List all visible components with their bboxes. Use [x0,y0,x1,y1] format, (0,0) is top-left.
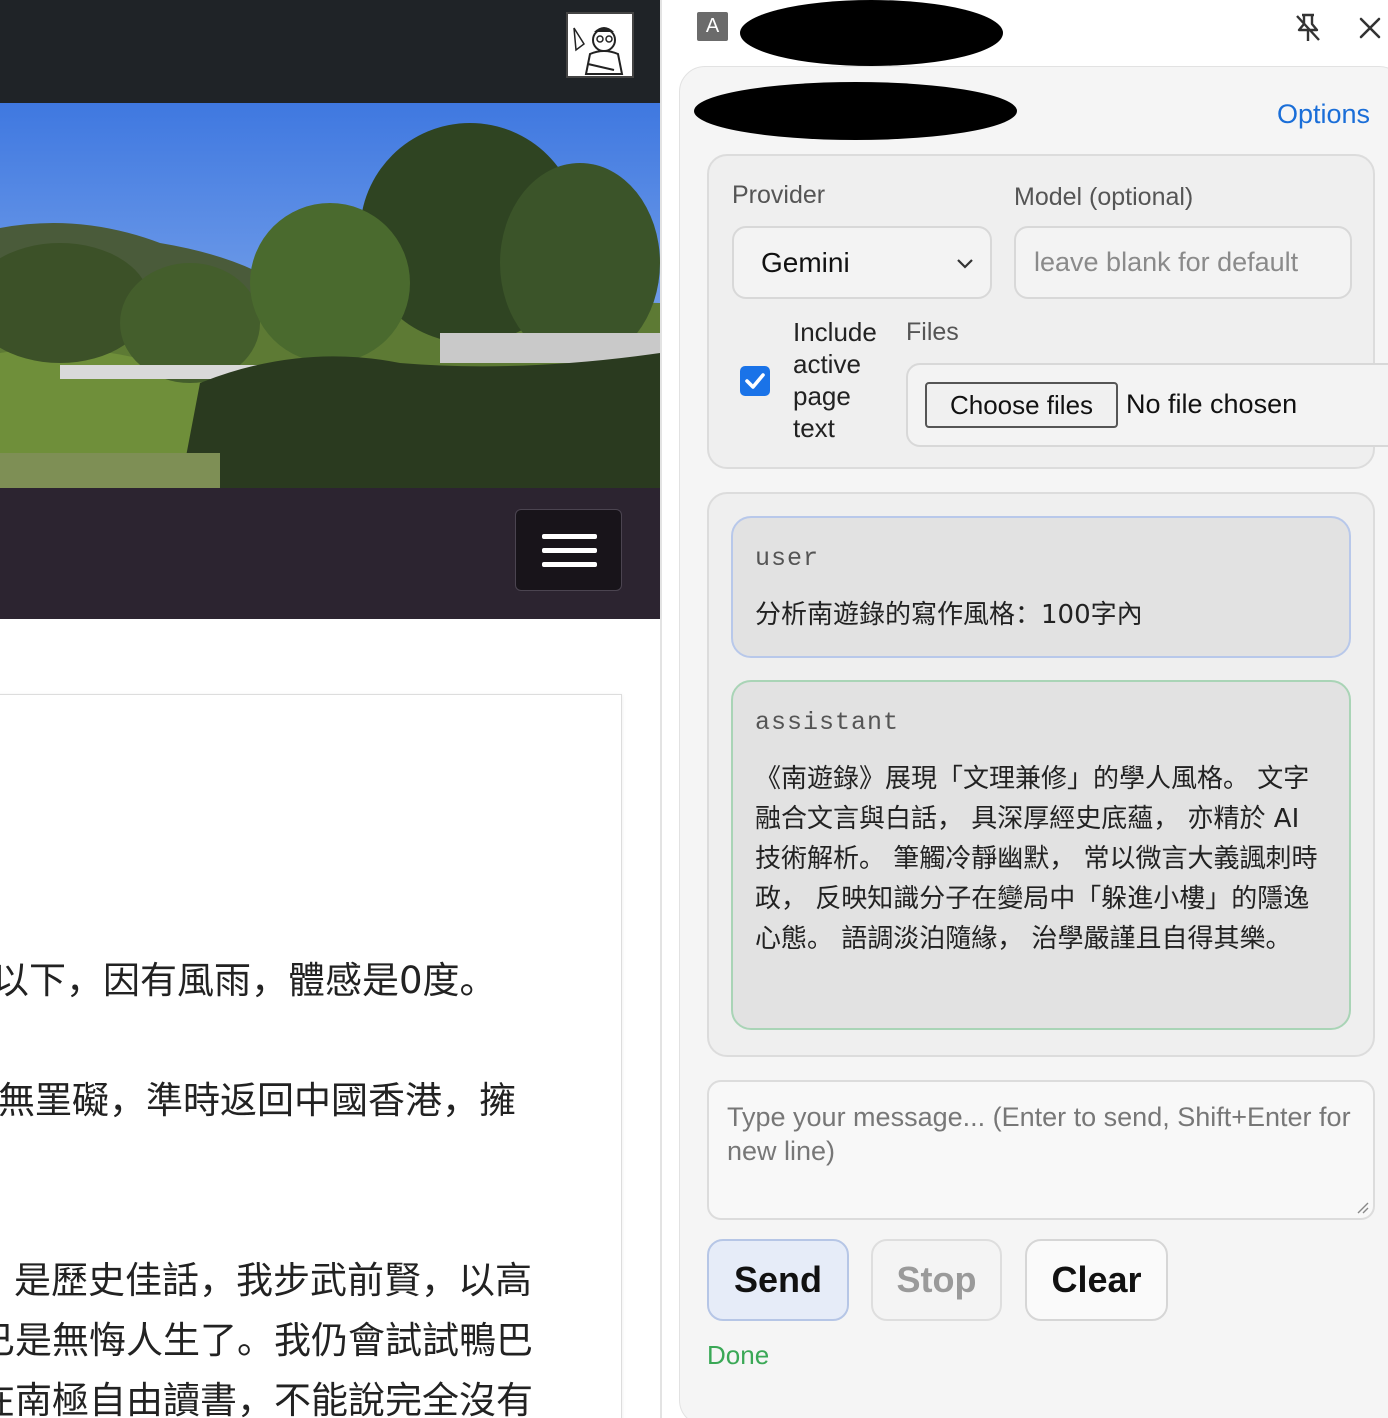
redacted-panel-title [740,0,1003,66]
model-label: Model (optional) [1014,183,1194,211]
no-file-chosen-text: No file chosen [1126,389,1298,419]
assistant-message: assistant 《南遊錄》展現「文理兼修」的學人風格。 文字融合文言與白話，… [731,680,1351,1030]
article-text-line: 無罣礙，準時返回中國香港，擁 [0,1079,516,1122]
include-page-text-checkbox[interactable] [740,366,770,396]
include-page-text-label: Include active page text [793,317,877,443]
send-button[interactable]: Send [707,1239,849,1321]
chat-history[interactable]: user 分析南遊錄的寫作風格：100字內 assistant 《南遊錄》展現「… [707,492,1375,1057]
status-text: Done [707,1340,770,1370]
article-text-line: 是歷史佳話，我步武前賢，以高 [14,1259,532,1302]
menu-icon-bar [542,548,597,553]
site-header [0,0,660,103]
model-input[interactable]: leave blank for default [1014,226,1352,299]
side-panel: A Options Provider Model (optional) Gemi… [662,0,1388,1418]
article-text-line: 在南極自由讀書，不能說完全沒有 [0,1379,533,1418]
provider-selected-value: Gemini [761,247,850,278]
clear-button[interactable]: Clear [1025,1239,1168,1321]
checkmark-icon [745,373,765,389]
site-logo-avatar[interactable] [566,12,634,78]
article-text-line: 已是無悔人生了。我仍會試試鴨巴 [0,1319,533,1362]
hero-photo [0,103,660,488]
chevron-down-icon [957,259,973,269]
resize-grip-icon[interactable] [1355,1200,1369,1214]
message-role: user [755,544,820,573]
options-link[interactable]: Options [1277,99,1370,130]
provider-label: Provider [732,181,826,209]
unpin-icon [1296,13,1320,41]
close-button[interactable] [1352,10,1388,46]
web-page: 以下，因有風雨，體感是0度。 無罣礙，準時返回中國香港，擁 是歷史佳話，我步武前… [0,0,660,1418]
close-icon [1359,17,1381,39]
menu-icon-bar [542,534,597,539]
menu-toggle-button[interactable] [515,509,622,591]
provider-select[interactable]: Gemini [732,226,992,299]
message-text: 《南遊錄》展現「文理兼修」的學人風格。 文字融合文言與白話， 具深厚經史底蘊， … [755,764,1318,954]
choose-files-button[interactable]: Choose files [925,382,1118,428]
article-text-line: 以下，因有風雨，體感是0度。 [0,959,497,1002]
stop-button[interactable]: Stop [871,1239,1002,1321]
unpin-button[interactable] [1290,10,1326,46]
redacted-subtitle [694,82,1017,140]
message-role: assistant [755,708,900,737]
message-text: 分析南遊錄的寫作風格：100字內 [755,600,1143,630]
extension-icon: A [697,12,728,41]
files-label: Files [906,318,959,346]
menu-icon-bar [542,562,597,567]
panel-body: Options Provider Model (optional) Gemini… [679,66,1388,1418]
settings-section: Provider Model (optional) Gemini leave b… [707,154,1388,469]
user-message: user 分析南遊錄的寫作風格：100字內 [731,516,1351,658]
file-input: Choose files No file chosen [906,363,1388,447]
message-input[interactable]: Type your message... (Enter to send, Shi… [707,1080,1375,1220]
message-input-placeholder: Type your message... (Enter to send, Shi… [727,1102,1351,1166]
